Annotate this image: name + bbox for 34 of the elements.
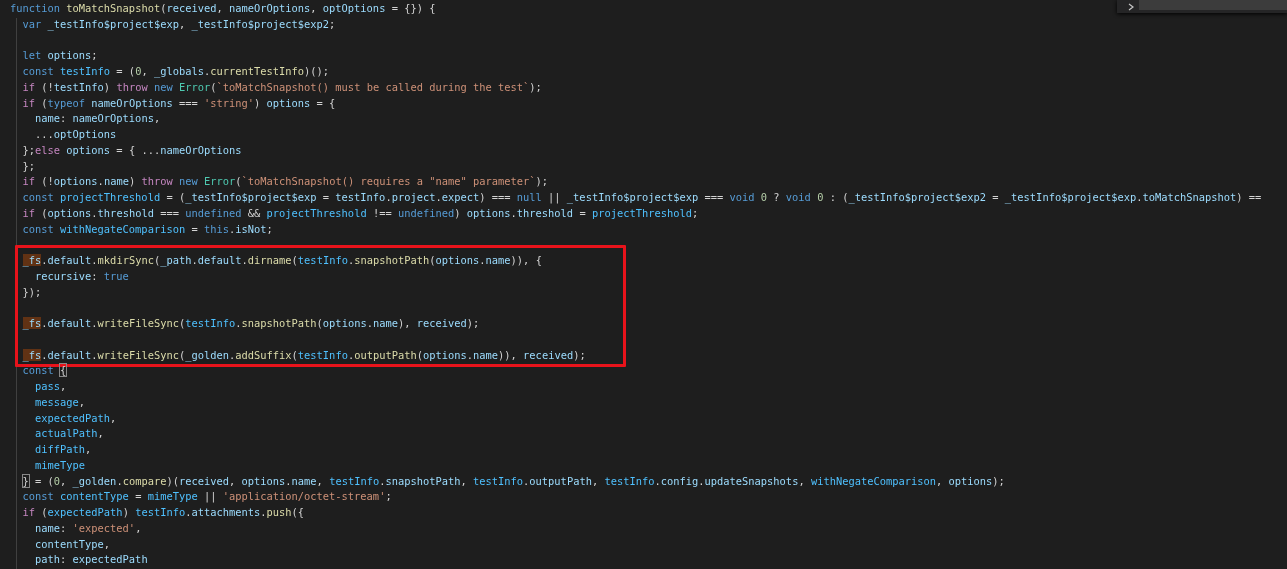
code-line: recursive: true xyxy=(34,268,129,284)
code-line: _fs.default.writeFileSync(testInfo.snapshotPath(options.name), received); xyxy=(22,316,480,332)
code-line: if (!testInfo) throw new Error(`toMatchSnapshot() must be called during the test`); xyxy=(21,79,542,95)
code-line: const testInfo = (0, _globals.currentTestInfo)(); xyxy=(21,64,330,80)
code-line: path: expectedPath xyxy=(34,552,148,568)
code-line: var _testInfo$project$exp, _testInfo$project$exp2; xyxy=(21,16,336,33)
code-line: if (!options.name) throw new Error(`toMatchSnapshot() requires a "name" parameter`); xyxy=(21,174,549,190)
code-line: diffPath, xyxy=(34,442,92,457)
code-line: } = (0, _golden.compare)(received, options.name, testInfo.snapshotPath, testInfo.outputPath, testInfo.config.updateSnapshots, withNegateComparison, options); xyxy=(21,473,1005,490)
code-line: name: 'expected', xyxy=(34,520,142,536)
code-line: const withNegateComparison = this.isNot; xyxy=(21,221,273,237)
code-line: function toMatchSnapshot(received, nameOrOptions, optOptions = {}) { xyxy=(10,1,436,16)
code-line: };else options = { ...nameOrOptions xyxy=(21,142,242,158)
code-line: let options; xyxy=(21,48,98,64)
code-line: const { xyxy=(21,363,67,379)
code-line: const projectThreshold = (_testInfo$project$exp = testInfo.project.expect) === null || _testInfo$project$exp === void 0 ? void 0 : (_testInfo$project$exp2 = _testInfo$project$exp.toMatchSnapshot) == xyxy=(21,190,1262,206)
code-line: if (options.threshold === undefined && projectThreshold !== undefined) options.threshold = projectThreshold; xyxy=(21,205,699,221)
code-line: const contentType = mimeType || 'application/octet-stream'; xyxy=(21,489,392,505)
code-line: contentType, xyxy=(34,536,111,552)
code-editor[interactable] xyxy=(0,0,1287,569)
code-line: _fs.default.writeFileSync(_golden.addSuffix(testInfo.outputPath(options.name)), received); xyxy=(22,347,586,364)
code-line: if (typeof nameOrOptions === 'string') options = { xyxy=(21,95,336,111)
chevron-icon[interactable] xyxy=(1127,2,1135,11)
code-line: mimeType xyxy=(34,457,86,473)
code-line: ...optOptions xyxy=(34,127,117,142)
code-line: if (expectedPath) testInfo.attachments.push({ xyxy=(21,505,305,520)
code-line: }; xyxy=(21,158,36,174)
code-line: _fs.default.mkdirSync(_path.default.dirname(testInfo.snapshotPath(options.name)), { xyxy=(22,253,542,269)
code-line: }); xyxy=(22,284,42,300)
code-line: expectedPath, xyxy=(34,410,117,426)
code-line: name: nameOrOptions, xyxy=(34,111,161,127)
code-line: message, xyxy=(34,394,86,410)
code-line: pass, xyxy=(34,379,67,394)
code-line: actualPath, xyxy=(34,426,104,442)
